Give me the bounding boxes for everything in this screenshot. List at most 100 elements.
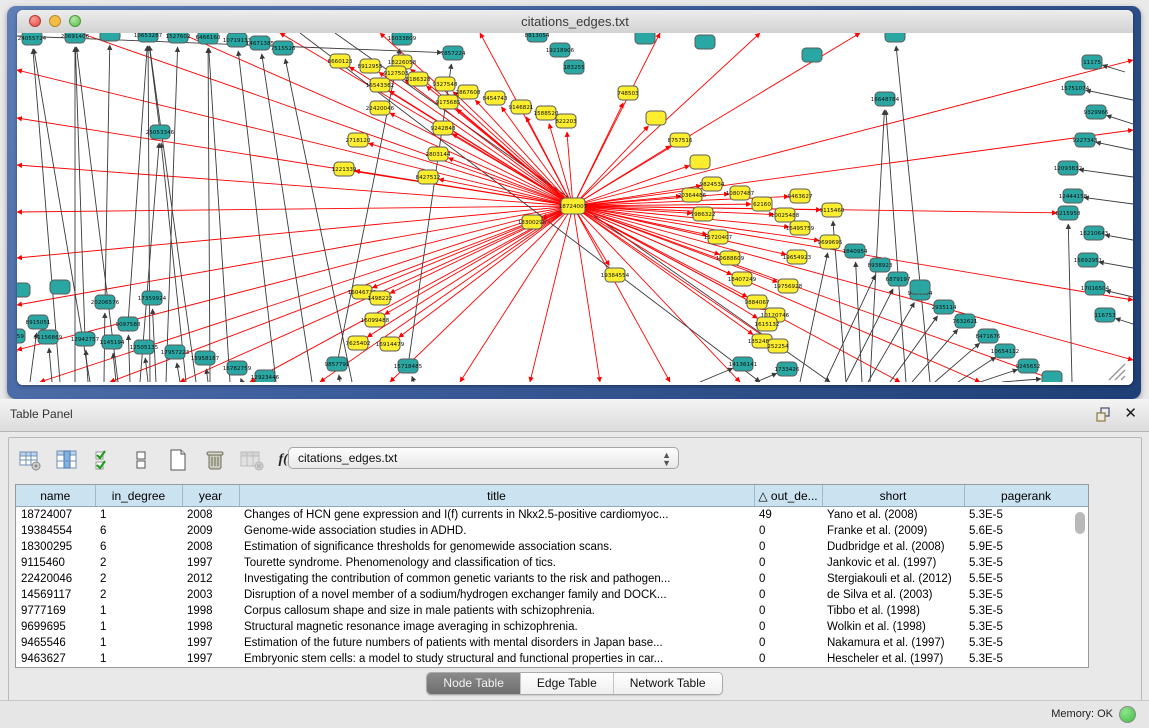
table-cell[interactable]: 5.9E-5 <box>964 539 1088 555</box>
network-node[interactable]: 7857224 <box>441 46 466 60</box>
select-rows-icon[interactable] <box>91 447 117 473</box>
table-cell[interactable]: 5.6E-5 <box>964 523 1088 539</box>
table-row[interactable]: 2242004622012Investigating the contribut… <box>16 571 1088 587</box>
network-node[interactable] <box>646 111 666 125</box>
table-row[interactable]: 946554611997Estimation of the future num… <box>16 635 1088 651</box>
network-node[interactable] <box>885 33 905 42</box>
citation-edge[interactable] <box>49 348 52 382</box>
table-cell[interactable]: 0 <box>754 539 822 555</box>
table-cell[interactable]: 1998 <box>182 603 239 619</box>
network-canvas[interactable]: 2405572420691406106532871527602646616010… <box>17 33 1133 385</box>
network-node[interactable]: 19218906 <box>546 43 575 57</box>
table-row[interactable]: 1938455462009Genome-wide association stu… <box>16 523 1088 539</box>
network-node[interactable]: 12444158 <box>1059 189 1088 203</box>
network-node[interactable]: 12942757 <box>71 332 100 346</box>
network-node[interactable]: 16099488 <box>361 313 390 327</box>
table-cell[interactable]: Tibbo et al. (1998) <box>822 603 964 619</box>
new-table-icon[interactable] <box>165 447 191 473</box>
citation-edge[interactable] <box>870 110 884 382</box>
network-node[interactable]: 116753 <box>1094 308 1116 322</box>
citation-edge-red[interactable] <box>448 158 573 206</box>
network-node[interactable]: 8912955 <box>358 59 383 73</box>
network-node[interactable]: 7986322 <box>691 207 716 221</box>
table-cell[interactable]: Changes of HCN gene expression and I(f) … <box>239 507 754 524</box>
network-node[interactable]: 2718120 <box>346 133 371 147</box>
citation-edge[interactable] <box>1115 318 1133 324</box>
table-settings-icon[interactable] <box>17 447 43 473</box>
citation-edge-red[interactable] <box>573 60 1133 206</box>
table-cell[interactable]: 1997 <box>182 651 239 667</box>
network-node[interactable]: 9245652 <box>1016 359 1041 373</box>
table-cell[interactable]: 0 <box>754 555 822 571</box>
network-node[interactable]: 17359924 <box>138 291 167 305</box>
network-node[interactable]: 16782759 <box>223 361 252 375</box>
network-node[interactable]: 7625402 <box>346 336 371 350</box>
table-cell[interactable]: 2 <box>95 571 182 587</box>
citation-edge[interactable] <box>896 46 930 382</box>
network-node[interactable]: 1498222 <box>368 291 393 305</box>
table-cell[interactable]: 14569117 <box>16 587 95 603</box>
column-header[interactable]: short <box>822 485 964 507</box>
table-cell[interactable]: 9465546 <box>16 635 95 651</box>
delete-table-icon[interactable] <box>202 447 228 473</box>
network-node[interactable] <box>635 33 655 44</box>
citation-edge[interactable] <box>148 46 150 382</box>
network-node[interactable]: 8757516 <box>668 133 693 147</box>
table-cell[interactable]: 6 <box>95 523 182 539</box>
table-cell[interactable]: 2008 <box>182 507 239 524</box>
table-cell[interactable]: 5.3E-5 <box>964 651 1088 667</box>
citation-edge[interactable] <box>1079 170 1133 177</box>
table-cell[interactable]: Hescheler et al. (1997) <box>822 651 964 667</box>
table-cell[interactable]: 5.3E-5 <box>964 507 1088 524</box>
table-cell[interactable]: 5.3E-5 <box>964 635 1088 651</box>
column-header[interactable]: title <box>239 485 754 507</box>
citation-edge[interactable] <box>980 369 1018 382</box>
table-cell[interactable]: Wolkin et al. (1998) <box>822 619 964 635</box>
network-node[interactable]: 1840954 <box>843 244 868 258</box>
network-node[interactable]: 8215958 <box>1056 206 1081 220</box>
table-row[interactable]: 969969511998Structural magnetic resonanc… <box>16 619 1088 635</box>
citation-edge[interactable] <box>206 369 208 382</box>
citation-edge-red[interactable] <box>399 206 573 337</box>
network-node[interactable]: 15718485 <box>394 359 423 373</box>
table-cell[interactable]: 5.3E-5 <box>964 619 1088 635</box>
citation-edge[interactable] <box>145 358 148 382</box>
citation-edge[interactable] <box>1068 224 1072 382</box>
table-cell[interactable]: 1 <box>95 603 182 619</box>
network-node[interactable]: 8427512 <box>416 170 441 184</box>
table-cell[interactable]: Tourette syndrome. Phenomenology and cla… <box>239 555 754 571</box>
citation-edge-red[interactable] <box>573 206 1060 382</box>
citation-edge[interactable] <box>1086 90 1133 100</box>
network-node[interactable]: 2803144 <box>426 147 451 161</box>
table-cell[interactable]: Dudbridge et al. (2008) <box>822 539 964 555</box>
table-cell[interactable]: Estimation of the future numbers of pati… <box>239 635 754 651</box>
table-cell[interactable]: 9777169 <box>16 603 95 619</box>
table-row[interactable]: 911546021997Tourette syndrome. Phenomeno… <box>16 555 1088 571</box>
network-node[interactable]: 1527602 <box>166 33 191 43</box>
citation-edge[interactable] <box>1106 115 1133 124</box>
citation-edge[interactable] <box>1096 142 1133 150</box>
citation-edge-red[interactable] <box>390 113 573 206</box>
close-panel-icon[interactable]: ✕ <box>1124 405 1137 423</box>
citation-edge-red[interactable] <box>573 206 1133 360</box>
citation-edge[interactable] <box>75 47 85 339</box>
window-titlebar[interactable]: citations_edges.txt <box>17 10 1133 34</box>
network-node[interactable]: 183255 <box>563 60 585 74</box>
network-node[interactable]: 1733426 <box>775 362 800 376</box>
table-cell[interactable]: 1 <box>95 635 182 651</box>
table-cell[interactable]: 18724007 <box>16 507 95 524</box>
citation-edge[interactable] <box>886 110 906 382</box>
row-height-icon[interactable] <box>128 447 154 473</box>
network-node[interactable]: 8813054 <box>525 33 550 42</box>
network-node[interactable]: 9857791 <box>325 357 350 371</box>
network-node[interactable]: 10025488 <box>771 208 800 222</box>
citation-edge[interactable] <box>935 343 980 382</box>
network-node[interactable] <box>17 283 30 297</box>
column-header[interactable]: pagerank <box>964 485 1088 507</box>
network-node[interactable]: 17957223 <box>161 345 190 359</box>
network-node[interactable]: 8454743 <box>483 91 508 105</box>
network-node[interactable]: 12093832 <box>1054 161 1082 175</box>
table-row[interactable]: 977716911998Corpus callosum shape and si… <box>16 603 1088 619</box>
network-node[interactable]: 9329966 <box>1084 105 1109 119</box>
network-node[interactable]: 9097588 <box>116 317 141 331</box>
